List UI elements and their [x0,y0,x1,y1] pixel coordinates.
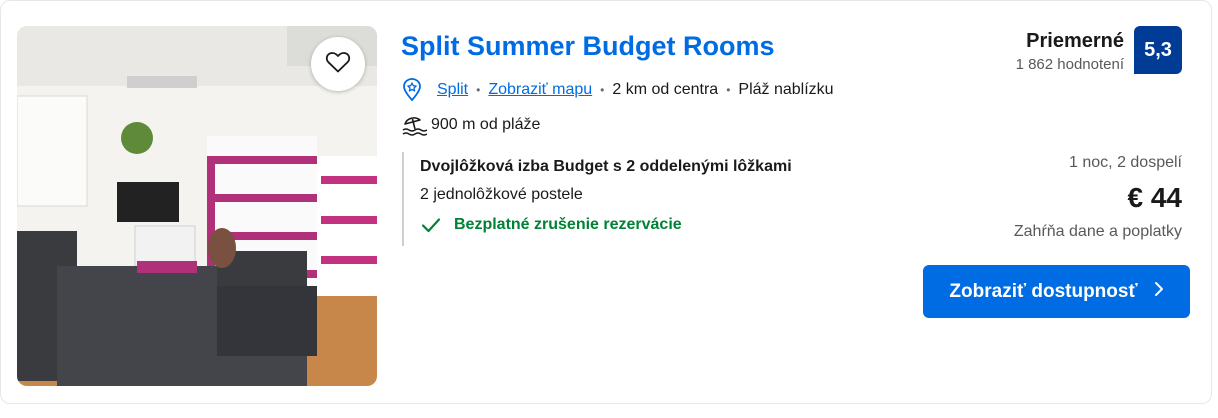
beach-nearby: Pláž nablízku [738,81,834,98]
beach-distance-text: 900 m od pláže [431,116,541,133]
review-summary[interactable]: Priemerné 1 862 hodnotení 5,3 [1016,26,1182,74]
free-cancellation: Bezplatné zrušenie rezervácie [420,216,822,234]
city-link[interactable]: Split [437,81,468,99]
beach-distance-row: 900 m od pláže [401,113,540,137]
separator-dot: • [600,83,605,97]
price: € 44 [1127,182,1183,213]
favorite-button[interactable] [311,37,365,91]
room-beds: 2 jednolôžkové postele [420,186,583,203]
center-distance: 2 km od centra [612,81,719,98]
property-card: Split Summer Budget Rooms Split • Zobraz… [0,0,1212,404]
stay-details: 1 noc, 2 dospelí [1069,154,1182,171]
property-title[interactable]: Split Summer Budget Rooms [401,31,775,62]
location-row: Split • Zobraziť mapu • 2 km od centra •… [401,77,834,103]
heart-icon [325,50,351,79]
separator-dot: • [476,83,481,97]
taxes-note: Zahŕňa dane a poplatky [1013,223,1182,240]
review-count: 1 862 hodnotení [1015,56,1124,73]
chevron-right-icon [1154,281,1164,303]
separator-dot: • [726,83,731,97]
show-availability-button[interactable]: Zobraziť dostupnosť [923,265,1190,318]
show-map-link[interactable]: Zobraziť mapu [488,81,592,99]
review-score-badge: 5,3 [1134,26,1182,74]
room-info: Dvojlôžková izba Budget s 2 oddelenými l… [402,152,822,246]
map-pin-icon [401,78,423,102]
room-title: Dvojlôžková izba Budget s 2 oddelenými l… [420,158,792,175]
review-word: Priemerné [1026,30,1124,52]
beach-icon [401,114,428,136]
show-availability-label: Zobraziť dostupnosť [949,280,1138,302]
checkmark-icon [421,218,441,233]
free-cancellation-text: Bezplatné zrušenie rezervácie [454,216,682,233]
review-text: Priemerné 1 862 hodnotení [1016,26,1124,73]
